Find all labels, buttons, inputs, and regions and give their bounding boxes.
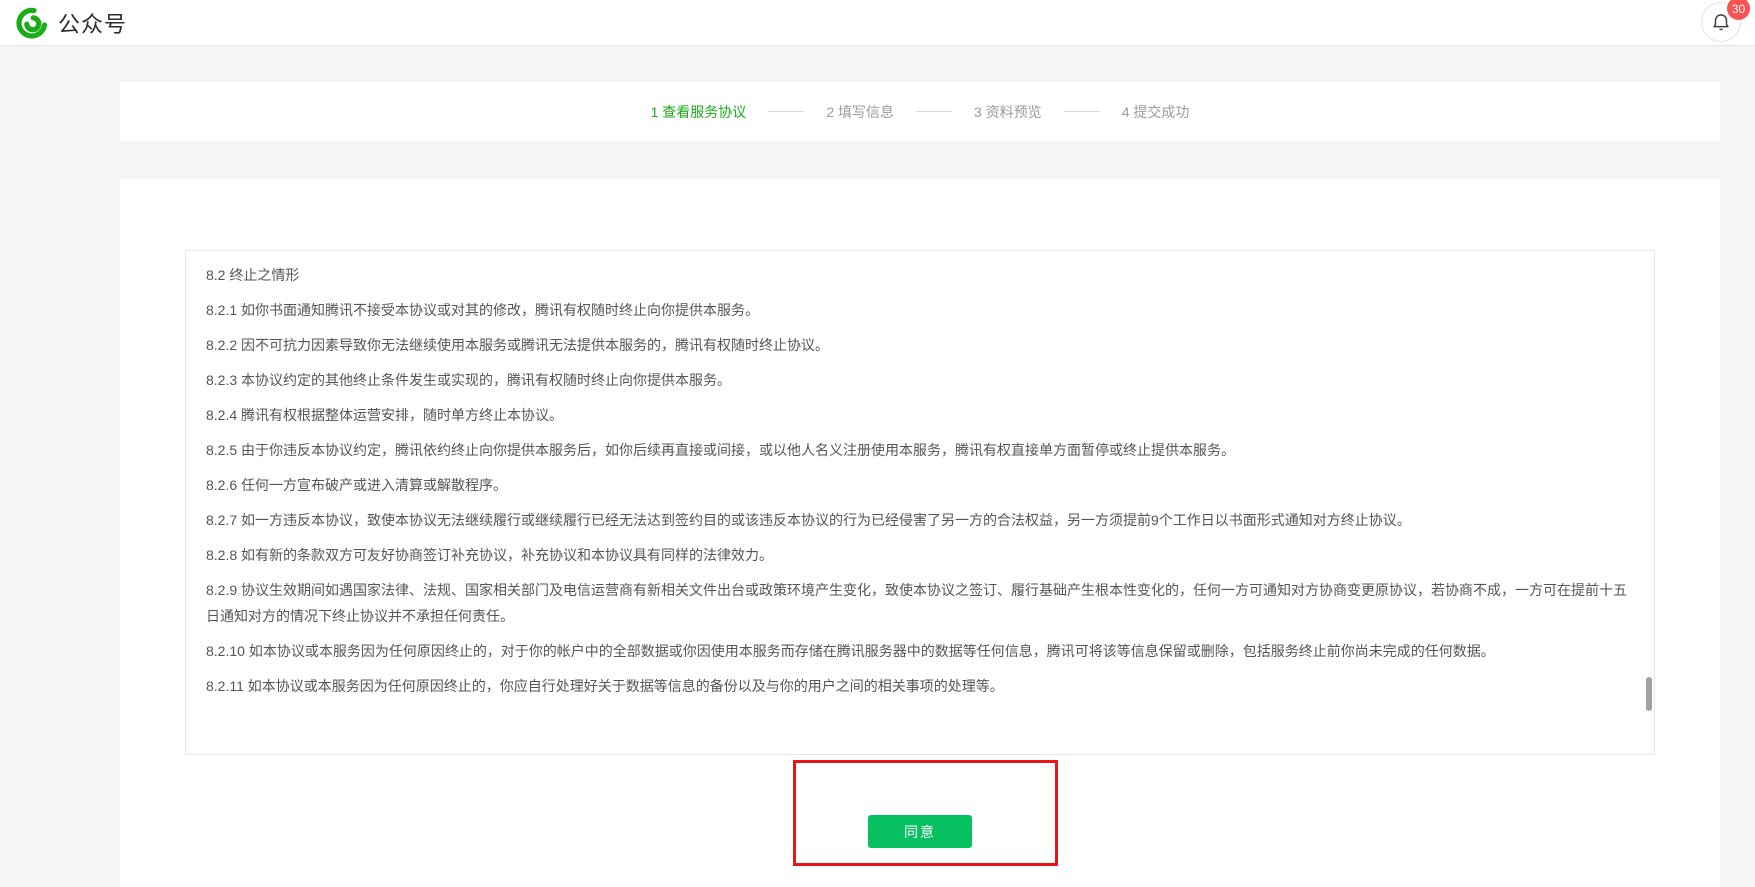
- agreement-paragraph: 8.2.1 如你书面通知腾讯不接受本协议或对其的修改，腾讯有权随时终止向你提供本…: [206, 297, 1634, 323]
- agreement-paragraph: 8.2.11 如本协议或本服务因为任何原因终止的，你应自行处理好关于数据等信息的…: [206, 673, 1634, 699]
- top-header: 公众号 30: [0, 0, 1755, 46]
- agreement-paragraph: 8.2.3 本协议约定的其他终止条件发生或实现的，腾讯有权随时终止向你提供本服务…: [206, 367, 1634, 393]
- registration-stepper: 1 查看服务协议 2 填写信息 3 资料预览 4 提交成功: [651, 102, 1190, 122]
- annotation-highlight-box: [793, 760, 1058, 866]
- stepper-step: 4 提交成功: [1042, 102, 1190, 122]
- stepper-step-label: 1 查看服务协议: [651, 102, 747, 122]
- stepper-card: 1 查看服务协议 2 填写信息 3 资料预览 4 提交成功: [120, 82, 1720, 141]
- agreement-paragraph: 8.2.4 腾讯有权根据整体运营安排，随时单方终止本协议。: [206, 402, 1634, 428]
- agreement-paragraph: 8.2.8 如有新的条款双方可友好协商签订补充协议，补充协议和本协议具有同样的法…: [206, 542, 1634, 568]
- agreement-paragraph: 8.2.7 如一方违反本协议，致使本协议无法继续履行或继续履行已经无法达到签约目…: [206, 507, 1634, 533]
- agreement-paragraph: 8.2.5 由于你违反本协议约定，腾讯依约终止向你提供本服务后，如你后续再直接或…: [206, 437, 1634, 463]
- agreement-paragraph: 8.2.2 因不可抗力因素导致你无法继续使用本服务或腾讯无法提供本服务的，腾讯有…: [206, 332, 1634, 358]
- agree-button[interactable]: 同意: [868, 815, 972, 848]
- stepper-step: 2 填写信息: [746, 102, 894, 122]
- notifications-button[interactable]: 30: [1701, 2, 1741, 42]
- agreement-text: 8.2 终止之情形 8.2.1 如你书面通知腾讯不接受本协议或对其的修改，腾讯有权…: [206, 262, 1634, 699]
- agreement-paragraph: 8.2.6 任何一方宣布破产或进入清算或解散程序。: [206, 472, 1634, 498]
- stepper-step-label: 4 提交成功: [1122, 102, 1190, 122]
- agreement-paragraph: 8.2.10 如本协议或本服务因为任何原因终止的，对于你的帐户中的全部数据或你因…: [206, 638, 1634, 664]
- agreement-paragraph: 8.2 终止之情形: [206, 262, 1634, 288]
- agreement-paragraph: 8.2.9 协议生效期间如遇国家法律、法规、国家相关部门及电信运营商有新相关文件…: [206, 577, 1634, 629]
- agreement-scroll-area[interactable]: 8.2 终止之情形 8.2.1 如你书面通知腾讯不接受本协议或对其的修改，腾讯有权…: [185, 250, 1655, 755]
- agreement-scrollbar-thumb[interactable]: [1646, 677, 1652, 711]
- official-accounts-swirl-icon: [16, 7, 48, 39]
- stepper-step: 1 查看服务协议: [651, 102, 747, 122]
- brand-title: 公众号: [58, 7, 127, 39]
- content-panel: 8.2 终止之情形 8.2.1 如你书面通知腾讯不接受本协议或对其的修改，腾讯有权…: [120, 179, 1720, 887]
- notification-badge: 30: [1727, 0, 1750, 20]
- brand: 公众号: [16, 7, 127, 39]
- stepper-step-label: 2 填写信息: [826, 102, 894, 122]
- stepper-step-label: 3 资料预览: [974, 102, 1042, 122]
- stepper-step: 3 资料预览: [894, 102, 1042, 122]
